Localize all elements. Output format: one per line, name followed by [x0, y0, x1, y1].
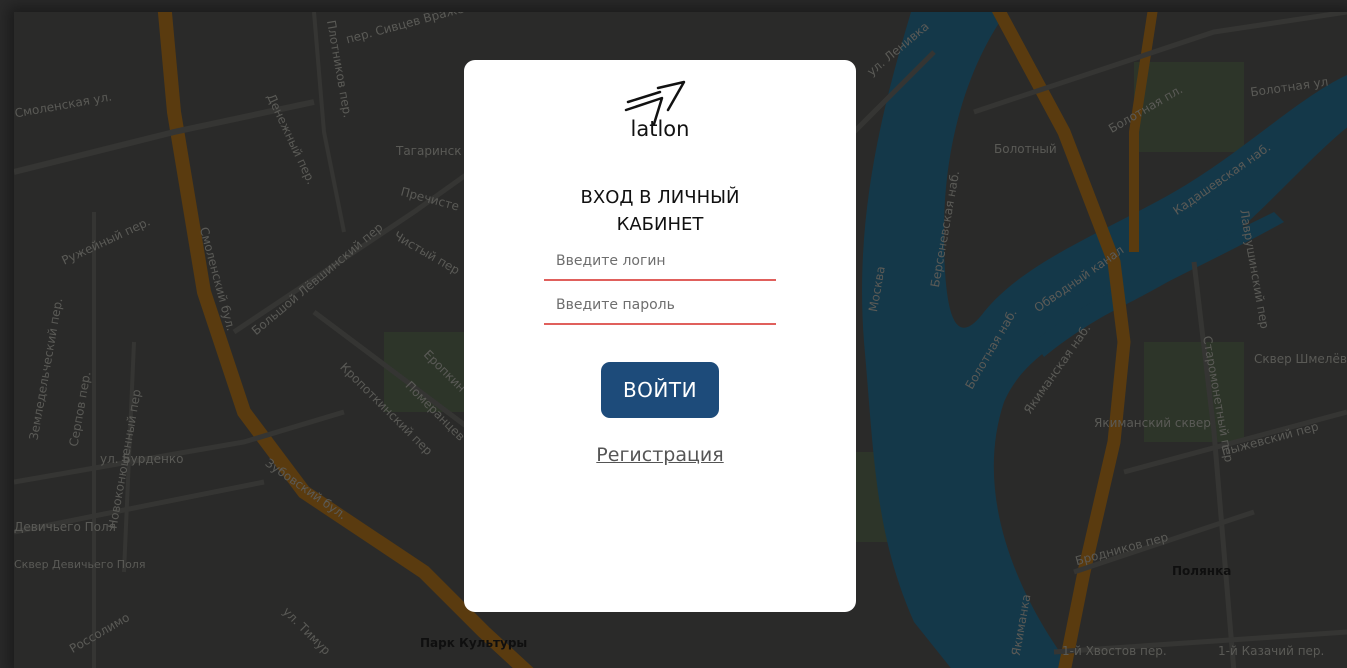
- login-page: пер. Сивцев Вражек Смоленская ул. Ружейн…: [0, 0, 1347, 668]
- page-title: ВХОД В ЛИЧНЫЙ КАБИНЕТ: [464, 184, 856, 238]
- login-button[interactable]: ВОЙТИ: [601, 362, 719, 418]
- password-input[interactable]: [544, 287, 776, 325]
- register-container: Регистрация: [464, 444, 856, 466]
- logo-text: latlon: [631, 117, 690, 138]
- logo-arrow-icon: latlon: [624, 80, 690, 141]
- title-line-1: ВХОД В ЛИЧНЫЙ: [580, 187, 740, 208]
- title-line-2: КАБИНЕТ: [616, 214, 704, 235]
- register-link[interactable]: Регистрация: [596, 444, 723, 466]
- latlon-logo: latlon: [614, 80, 706, 141]
- login-card: latlon ВХОД В ЛИЧНЫЙ КАБИНЕТ ВОЙТИ Регис…: [464, 60, 856, 612]
- login-input[interactable]: [544, 243, 776, 281]
